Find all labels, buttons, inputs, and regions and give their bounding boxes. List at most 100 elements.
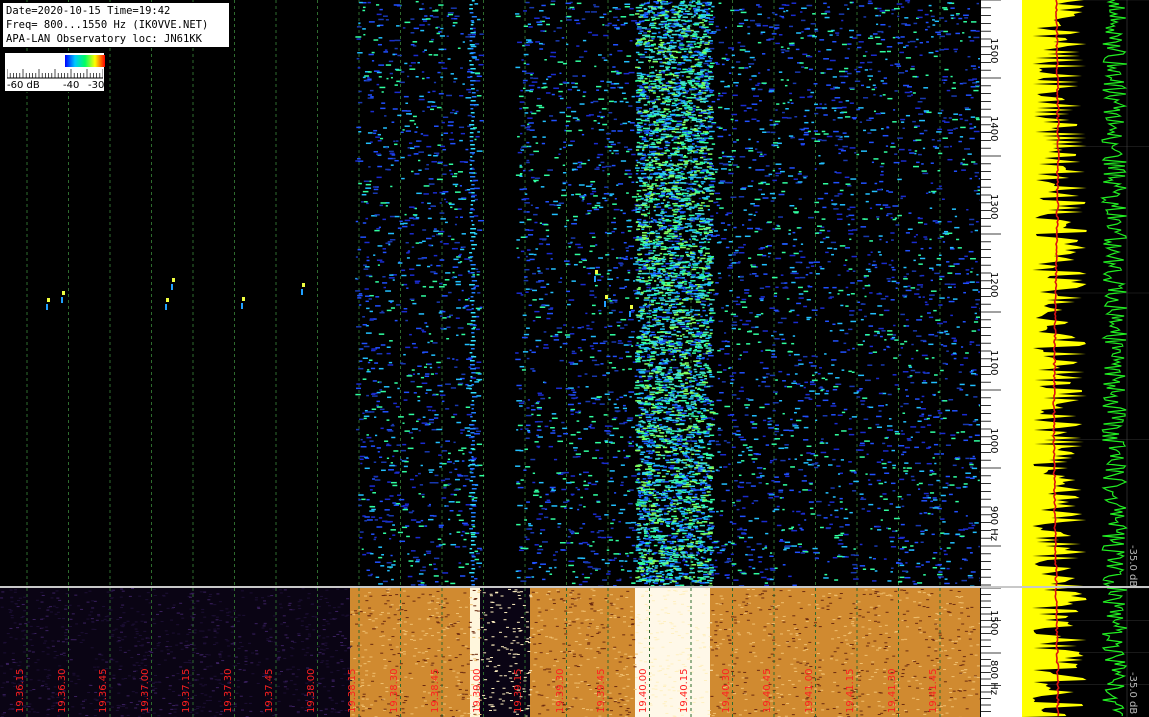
signal-speck — [778, 489, 784, 492]
signal-speck — [726, 560, 732, 562]
signal-speck — [830, 514, 833, 516]
signal-speck — [696, 148, 699, 151]
signal-speck — [778, 491, 783, 493]
signal-speck — [358, 130, 362, 133]
signal-speck — [455, 317, 460, 319]
signal-speck — [796, 32, 802, 34]
signal-speck — [603, 193, 610, 195]
signal-speck — [939, 49, 945, 51]
signal-speck — [466, 358, 472, 360]
signal-speck — [532, 472, 536, 475]
signal-speck — [570, 542, 574, 544]
signal-speck — [806, 459, 813, 461]
signal-speck — [706, 402, 711, 405]
signal-speck — [591, 321, 595, 323]
signal-speck — [944, 582, 950, 585]
signal-speck — [413, 153, 419, 155]
signal-speck — [932, 507, 939, 509]
signal-speck — [866, 86, 871, 88]
signal-speck — [428, 244, 432, 246]
signal-speck — [462, 522, 468, 525]
signal-speck — [847, 208, 850, 210]
signal-speck — [558, 153, 561, 155]
signal-speck — [473, 179, 479, 182]
signal-speck — [620, 464, 625, 466]
signal-speck — [751, 118, 757, 120]
signal-speck — [526, 528, 532, 530]
signal-speck — [804, 121, 809, 124]
signal-speck — [786, 9, 789, 12]
signal-speck — [915, 234, 918, 236]
signal-speck — [529, 258, 535, 261]
signal-speck — [415, 75, 419, 78]
signal-speck — [386, 309, 392, 312]
signal-speck — [531, 409, 536, 411]
signal-speck — [557, 331, 563, 333]
signal-speck — [571, 352, 577, 355]
signal-speck — [410, 62, 416, 64]
signal-speck — [807, 35, 813, 37]
signal-speck — [876, 426, 883, 428]
signal-speck — [868, 141, 874, 144]
signal-speck — [572, 391, 577, 394]
signal-speck — [517, 486, 524, 489]
signal-speck — [364, 75, 369, 77]
signal-speck — [620, 264, 623, 267]
signal-speck — [912, 120, 916, 123]
signal-speck — [685, 105, 691, 107]
signal-speck — [744, 50, 751, 53]
signal-speck — [527, 125, 532, 128]
signal-speck — [885, 241, 888, 243]
signal-speck — [845, 100, 850, 102]
signal-speck — [625, 247, 629, 249]
signal-speck — [523, 197, 530, 200]
signal-speck — [517, 151, 523, 154]
signal-speck — [837, 322, 843, 325]
signal-speck — [940, 518, 945, 520]
signal-speck — [790, 102, 794, 104]
signal-speck — [577, 402, 582, 405]
signal-speck — [849, 206, 856, 209]
signal-speck — [897, 42, 903, 44]
signal-speck — [608, 362, 613, 364]
signal-speck — [969, 281, 975, 283]
signal-speck — [430, 264, 433, 266]
signal-speck — [718, 320, 724, 323]
signal-speck — [612, 294, 616, 296]
signal-speck — [618, 512, 624, 514]
signal-speck — [953, 263, 960, 265]
signal-speck — [460, 67, 463, 69]
signal-speck — [858, 66, 863, 69]
signal-speck — [816, 500, 822, 503]
signal-speck — [367, 97, 374, 99]
signal-speck — [624, 6, 631, 8]
signal-speck — [975, 281, 980, 284]
signal-speck — [545, 17, 551, 20]
signal-speck — [376, 71, 382, 74]
signal-speck — [459, 216, 463, 218]
signal-speck — [591, 11, 597, 13]
signal-speck — [602, 579, 608, 581]
signal-speck — [885, 58, 888, 61]
signal-speck — [456, 421, 462, 424]
signal-speck — [716, 552, 723, 554]
signal-speck — [611, 341, 617, 343]
signal-speck — [409, 233, 414, 235]
signal-speck — [420, 582, 425, 584]
signal-speck — [789, 204, 795, 207]
signal-speck — [801, 31, 804, 33]
signal-speck — [850, 282, 855, 284]
signal-speck — [778, 71, 783, 73]
signal-speck — [829, 330, 833, 332]
signal-speck — [535, 207, 539, 209]
signal-speck — [592, 34, 599, 36]
signal-speck — [788, 354, 791, 356]
signal-speck — [844, 116, 851, 118]
signal-speck — [779, 497, 783, 499]
signal-speck — [465, 36, 471, 38]
signal-speck — [889, 503, 894, 505]
signal-speck — [744, 292, 749, 294]
signal-speck — [780, 317, 787, 320]
signal-speck — [358, 293, 363, 295]
signal-speck — [778, 216, 783, 218]
